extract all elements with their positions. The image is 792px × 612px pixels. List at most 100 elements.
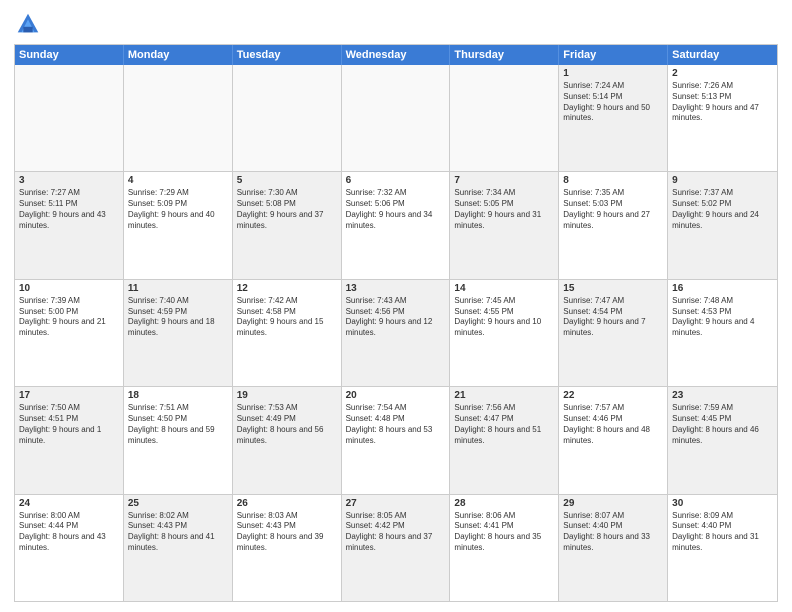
calendar-cell-0-4	[450, 65, 559, 171]
cell-info: Sunrise: 7:30 AM Sunset: 5:08 PM Dayligh…	[237, 188, 337, 231]
cell-info: Sunrise: 7:43 AM Sunset: 4:56 PM Dayligh…	[346, 296, 446, 339]
cell-info: Sunrise: 7:47 AM Sunset: 4:54 PM Dayligh…	[563, 296, 663, 339]
day-number: 20	[346, 390, 446, 401]
cell-info: Sunrise: 7:53 AM Sunset: 4:49 PM Dayligh…	[237, 403, 337, 446]
logo	[14, 10, 46, 38]
cell-info: Sunrise: 8:02 AM Sunset: 4:43 PM Dayligh…	[128, 511, 228, 554]
calendar-cell-0-5: 1 Sunrise: 7:24 AM Sunset: 5:14 PM Daylig…	[559, 65, 668, 171]
day-number: 3	[19, 175, 119, 186]
cell-info: Sunrise: 7:27 AM Sunset: 5:11 PM Dayligh…	[19, 188, 119, 231]
header-day-thursday: Thursday	[450, 45, 559, 65]
calendar-cell-3-5: 22 Sunrise: 7:57 AM Sunset: 4:46 PM Dayli…	[559, 387, 668, 493]
calendar-cell-4-2: 26Sunrise: 8:03 AM Sunset: 4:43 PM Dayli…	[233, 495, 342, 601]
day-number: 22	[563, 390, 663, 401]
cell-info: Sunrise: 7:48 AM Sunset: 4:53 PM Dayligh…	[672, 296, 773, 339]
cell-info: Sunrise: 7:45 AM Sunset: 4:55 PM Dayligh…	[454, 296, 554, 339]
calendar-row-4: 24 Sunrise: 8:00 AM Sunset: 4:44 PM Dayli…	[15, 495, 777, 601]
cell-info: Sunrise: 7:34 AM Sunset: 5:05 PM Dayligh…	[454, 188, 554, 231]
day-number: 17	[19, 390, 119, 401]
calendar-cell-0-2	[233, 65, 342, 171]
header-day-monday: Monday	[124, 45, 233, 65]
day-number: 16	[672, 283, 773, 294]
calendar-row-3: 17 Sunrise: 7:50 AM Sunset: 4:51 PM Dayli…	[15, 387, 777, 494]
calendar: SundayMondayTuesdayWednesdayThursdayFrid…	[14, 44, 778, 602]
cell-info: Sunrise: 7:26 AM Sunset: 5:13 PM Dayligh…	[672, 81, 773, 124]
cell-info: Sunrise: 8:05 AM Sunset: 4:42 PM Dayligh…	[346, 511, 446, 554]
day-number: 14	[454, 283, 554, 294]
calendar-cell-1-3: 6 Sunrise: 7:32 AM Sunset: 5:06 PM Daylig…	[342, 172, 451, 278]
calendar-cell-1-5: 8 Sunrise: 7:35 AM Sunset: 5:03 PM Daylig…	[559, 172, 668, 278]
calendar-cell-2-4: 14 Sunrise: 7:45 AM Sunset: 4:55 PM Dayli…	[450, 280, 559, 386]
cell-info: Sunrise: 7:42 AM Sunset: 4:58 PM Dayligh…	[237, 296, 337, 339]
calendar-cell-0-3	[342, 65, 451, 171]
day-number: 24	[19, 498, 119, 509]
day-number: 15	[563, 283, 663, 294]
cell-info: Sunrise: 7:39 AM Sunset: 5:00 PM Dayligh…	[19, 296, 119, 339]
cell-info: Sunrise: 7:29 AM Sunset: 5:09 PM Dayligh…	[128, 188, 228, 231]
day-number: 26	[237, 498, 337, 509]
header-day-wednesday: Wednesday	[342, 45, 451, 65]
calendar-cell-2-2: 12 Sunrise: 7:42 AM Sunset: 4:58 PM Dayli…	[233, 280, 342, 386]
page: SundayMondayTuesdayWednesdayThursdayFrid…	[0, 0, 792, 612]
calendar-cell-1-6: 9 Sunrise: 7:37 AM Sunset: 5:02 PM Daylig…	[668, 172, 777, 278]
cell-info: Sunrise: 7:35 AM Sunset: 5:03 PM Dayligh…	[563, 188, 663, 231]
day-number: 5	[237, 175, 337, 186]
logo-icon	[14, 10, 42, 38]
calendar-row-1: 3 Sunrise: 7:27 AM Sunset: 5:11 PM Daylig…	[15, 172, 777, 279]
cell-info: Sunrise: 8:09 AM Sunset: 4:40 PM Dayligh…	[672, 511, 773, 554]
cell-info: Sunrise: 7:40 AM Sunset: 4:59 PM Dayligh…	[128, 296, 228, 339]
day-number: 7	[454, 175, 554, 186]
calendar-body: 1 Sunrise: 7:24 AM Sunset: 5:14 PM Daylig…	[15, 65, 777, 601]
day-number: 21	[454, 390, 554, 401]
cell-info: Sunrise: 7:50 AM Sunset: 4:51 PM Dayligh…	[19, 403, 119, 446]
cell-info: Sunrise: 7:54 AM Sunset: 4:48 PM Dayligh…	[346, 403, 446, 446]
calendar-cell-3-2: 19 Sunrise: 7:53 AM Sunset: 4:49 PM Dayli…	[233, 387, 342, 493]
day-number: 11	[128, 283, 228, 294]
day-number: 4	[128, 175, 228, 186]
day-number: 1	[563, 68, 663, 79]
day-number: 13	[346, 283, 446, 294]
calendar-cell-0-0	[15, 65, 124, 171]
day-number: 19	[237, 390, 337, 401]
cell-info: Sunrise: 8:00 AM Sunset: 4:44 PM Dayligh…	[19, 511, 119, 554]
header-day-friday: Friday	[559, 45, 668, 65]
calendar-cell-0-1	[124, 65, 233, 171]
calendar-cell-3-0: 17 Sunrise: 7:50 AM Sunset: 4:51 PM Dayli…	[15, 387, 124, 493]
calendar-cell-2-6: 16 Sunrise: 7:48 AM Sunset: 4:53 PM Dayli…	[668, 280, 777, 386]
day-number: 28	[454, 498, 554, 509]
cell-info: Sunrise: 7:59 AM Sunset: 4:45 PM Dayligh…	[672, 403, 773, 446]
header	[14, 10, 778, 38]
calendar-cell-3-4: 21 Sunrise: 7:56 AM Sunset: 4:47 PM Dayli…	[450, 387, 559, 493]
day-number: 27	[346, 498, 446, 509]
calendar-cell-1-1: 4 Sunrise: 7:29 AM Sunset: 5:09 PM Daylig…	[124, 172, 233, 278]
calendar-row-2: 10Sunrise: 7:39 AM Sunset: 5:00 PM Dayli…	[15, 280, 777, 387]
header-day-saturday: Saturday	[668, 45, 777, 65]
day-number: 25	[128, 498, 228, 509]
cell-info: Sunrise: 7:37 AM Sunset: 5:02 PM Dayligh…	[672, 188, 773, 231]
calendar-cell-2-3: 13 Sunrise: 7:43 AM Sunset: 4:56 PM Dayli…	[342, 280, 451, 386]
calendar-header: SundayMondayTuesdayWednesdayThursdayFrid…	[15, 45, 777, 65]
calendar-cell-3-3: 20 Sunrise: 7:54 AM Sunset: 4:48 PM Dayli…	[342, 387, 451, 493]
cell-info: Sunrise: 7:24 AM Sunset: 5:14 PM Dayligh…	[563, 81, 663, 124]
day-number: 30	[672, 498, 773, 509]
calendar-cell-4-0: 24 Sunrise: 8:00 AM Sunset: 4:44 PM Dayli…	[15, 495, 124, 601]
cell-info: Sunrise: 7:57 AM Sunset: 4:46 PM Dayligh…	[563, 403, 663, 446]
calendar-cell-1-0: 3 Sunrise: 7:27 AM Sunset: 5:11 PM Daylig…	[15, 172, 124, 278]
calendar-cell-1-2: 5 Sunrise: 7:30 AM Sunset: 5:08 PM Daylig…	[233, 172, 342, 278]
cell-info: Sunrise: 7:51 AM Sunset: 4:50 PM Dayligh…	[128, 403, 228, 446]
header-day-tuesday: Tuesday	[233, 45, 342, 65]
calendar-cell-3-1: 18Sunrise: 7:51 AM Sunset: 4:50 PM Dayli…	[124, 387, 233, 493]
day-number: 6	[346, 175, 446, 186]
cell-info: Sunrise: 7:56 AM Sunset: 4:47 PM Dayligh…	[454, 403, 554, 446]
calendar-row-0: 1 Sunrise: 7:24 AM Sunset: 5:14 PM Daylig…	[15, 65, 777, 172]
day-number: 9	[672, 175, 773, 186]
calendar-cell-3-6: 23Sunrise: 7:59 AM Sunset: 4:45 PM Dayli…	[668, 387, 777, 493]
cell-info: Sunrise: 7:32 AM Sunset: 5:06 PM Dayligh…	[346, 188, 446, 231]
calendar-cell-0-6: 2Sunrise: 7:26 AM Sunset: 5:13 PM Daylig…	[668, 65, 777, 171]
calendar-cell-4-6: 30 Sunrise: 8:09 AM Sunset: 4:40 PM Dayli…	[668, 495, 777, 601]
day-number: 12	[237, 283, 337, 294]
day-number: 8	[563, 175, 663, 186]
calendar-cell-4-5: 29Sunrise: 8:07 AM Sunset: 4:40 PM Dayli…	[559, 495, 668, 601]
calendar-cell-2-1: 11 Sunrise: 7:40 AM Sunset: 4:59 PM Dayli…	[124, 280, 233, 386]
calendar-cell-1-4: 7 Sunrise: 7:34 AM Sunset: 5:05 PM Daylig…	[450, 172, 559, 278]
